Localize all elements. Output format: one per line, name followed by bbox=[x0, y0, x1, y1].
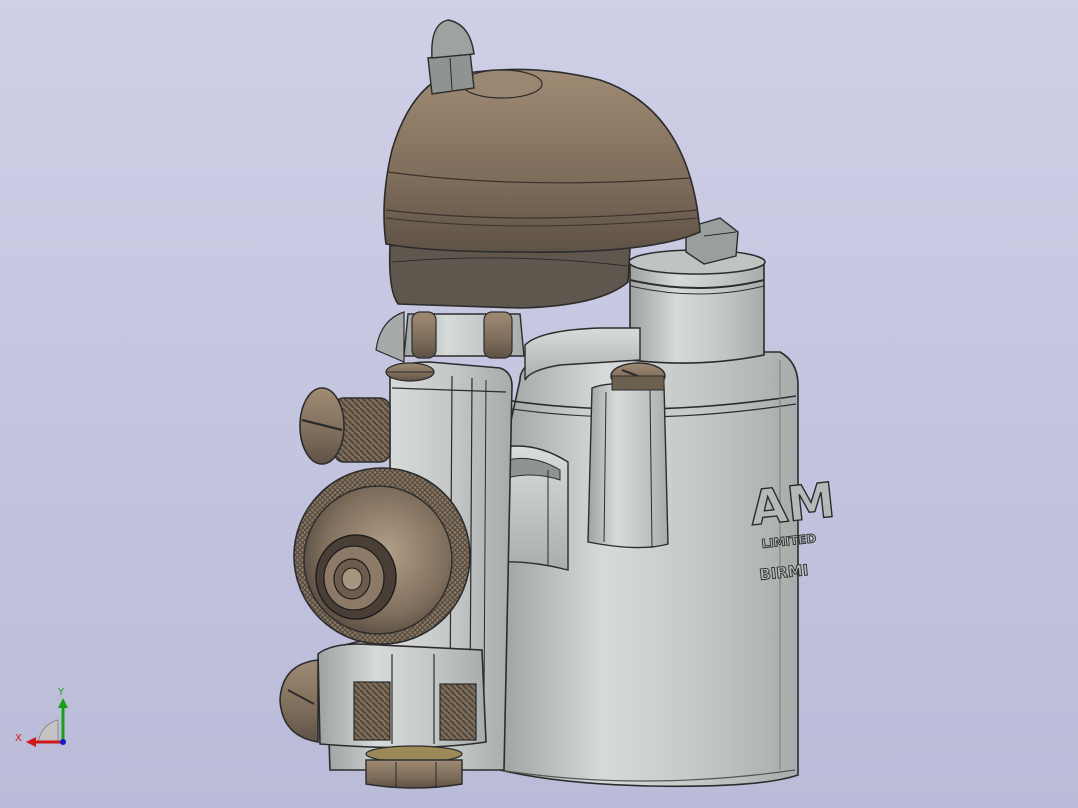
bowl-boss[interactable] bbox=[587, 382, 669, 549]
embossed-text-brand: AM bbox=[747, 472, 837, 537]
carburetor-model[interactable]: AM LIMITED BIRMI bbox=[0, 0, 1078, 808]
view-orientation-triad[interactable]: X Y bbox=[12, 684, 82, 754]
air-adjust-screw[interactable] bbox=[299, 387, 391, 465]
x-axis-arrowhead bbox=[26, 737, 36, 747]
lower-clamp[interactable] bbox=[317, 643, 487, 749]
pilot-jet-screw[interactable] bbox=[385, 362, 435, 382]
y-axis-label: Y bbox=[58, 687, 65, 698]
z-axis-dot bbox=[60, 739, 66, 745]
boss-slotted-screw[interactable] bbox=[610, 362, 666, 391]
upper-clamp[interactable] bbox=[375, 311, 525, 363]
bottom-hex-nut[interactable] bbox=[365, 745, 463, 789]
x-axis-label: X bbox=[15, 733, 22, 744]
triad-plane-shape bbox=[37, 719, 59, 743]
triad-axes bbox=[26, 698, 68, 747]
throttle-stop-knob[interactable] bbox=[293, 467, 471, 645]
y-axis-arrowhead bbox=[58, 698, 68, 708]
graphics-viewport[interactable]: AM LIMITED BIRMI X Y bbox=[0, 0, 1078, 808]
